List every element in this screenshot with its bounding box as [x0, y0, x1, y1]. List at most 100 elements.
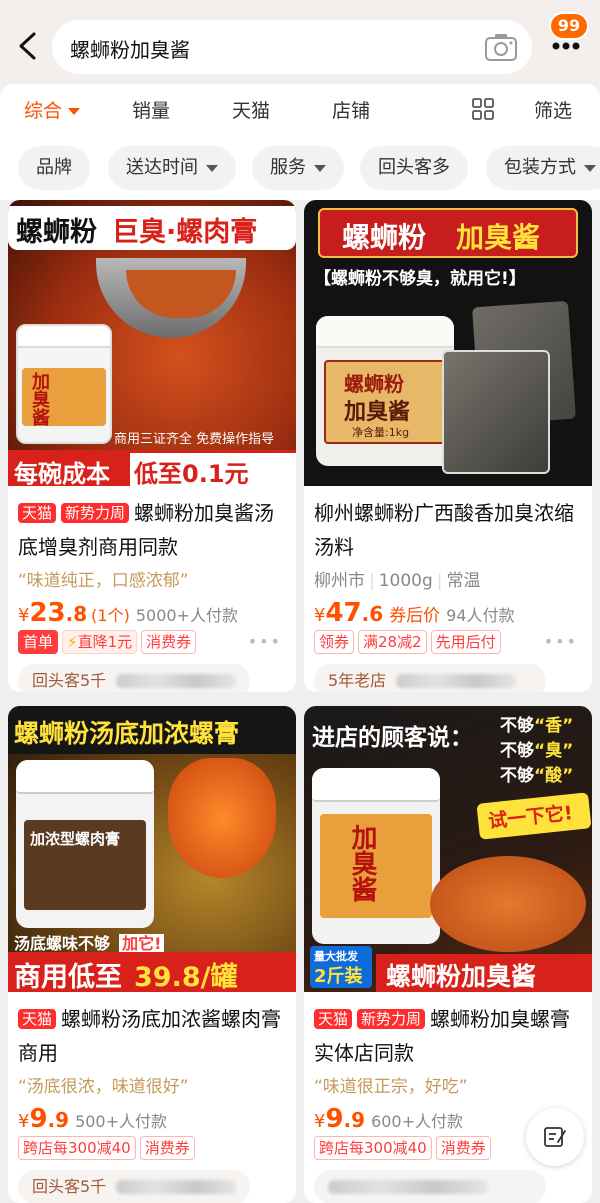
payment-count: 500+人付款 [75, 1112, 168, 1131]
product-title[interactable]: 天猫 螺蛳粉汤底加浓酱螺肉膏商用 [18, 1002, 294, 1070]
title-text: 螺蛳粉汤底加浓酱螺肉膏商用 [18, 1007, 282, 1065]
shop-strip[interactable]: 回头客5千 [18, 664, 250, 692]
shop-text: 回头客5千 [32, 671, 107, 690]
shop-strip[interactable]: 回头客5千 [18, 1170, 250, 1203]
note-text: 汤底螺味不够 [14, 934, 111, 953]
slogan-text: “酸” [534, 766, 574, 786]
product-image[interactable]: 进店的顾客说： 不够“香” 不够“臭” 不够“酸” 试一下它! 加臭酱 量大批发… [304, 706, 592, 992]
lightning-icon: ⚡ [67, 633, 78, 651]
more-icon[interactable]: ••• [248, 632, 282, 651]
top-banner: 螺蛳粉汤底加浓螺膏 [8, 706, 296, 754]
product-title[interactable]: 柳州螺蛳粉广西酸香加臭浓缩汤料 [314, 496, 590, 564]
tmall-tag: 天猫 [314, 1009, 353, 1029]
top-bar: 螺蛳粉加臭酱 99 [0, 0, 600, 84]
jar: 加浓型螺肉膏 [16, 760, 154, 928]
slogan-text: “香” [534, 716, 574, 736]
caret-down-icon [206, 164, 218, 172]
coupon-tag: ⚡直降1元 [62, 630, 138, 654]
tab-label: 综合 [24, 100, 63, 122]
chip-brand[interactable]: 品牌 [18, 146, 90, 190]
slogan-text: 不够 [500, 741, 534, 761]
chip-delivery-time[interactable]: 送达时间 [108, 146, 236, 190]
grid-view-icon[interactable] [472, 98, 494, 120]
tab-filter[interactable]: 筛选 [534, 96, 572, 123]
review-quote: “汤底很浓，味道很好” [18, 1077, 189, 1097]
try-badge: 试一下它! [476, 792, 592, 840]
slogan-text: 不够 [500, 716, 534, 736]
tmall-tag: 天猫 [18, 503, 57, 523]
product-card[interactable]: 螺蛳粉 加臭酱 【螺蛳粉不够臭，就用它!】 螺蛳粉 加臭酱 净含量:1kg 柳州… [304, 200, 592, 692]
coupon-tag: 满28减2 [358, 630, 427, 654]
chip-label: 服务 [270, 157, 306, 178]
size-text: 2斤装 [314, 966, 363, 987]
product-image[interactable]: 螺蛳粉 加臭酱 【螺蛳粉不够臭，就用它!】 螺蛳粉 加臭酱 净含量:1kg [304, 200, 592, 486]
price-line: ¥9.9 600+人付款 [314, 1104, 463, 1134]
separator: | [436, 571, 443, 591]
product-title[interactable]: 天猫 新势力周 螺蛳粉加臭酱汤底增臭剂商用同款 [18, 496, 294, 564]
slogan-line: 不够“臭” [500, 739, 573, 764]
tmall-tag: 天猫 [18, 1009, 57, 1029]
top-banner: 螺蛳粉 加臭酱 [318, 208, 578, 258]
jar-label-text: 螺蛳粉 [344, 372, 404, 396]
price-line: ¥23.8 (1个) 5000+人付款 [18, 598, 238, 628]
coupon-row: 跨店每300减40 消费券 [314, 1136, 495, 1160]
price-decimal: .8 [65, 602, 88, 626]
try-text: 试一下它! [487, 802, 574, 833]
coupon-tag: 跨店每300减40 [18, 1136, 136, 1160]
blurred-shop-name [116, 674, 237, 688]
jar: 加臭酱 [16, 324, 112, 444]
tab-tmall[interactable]: 天猫 [232, 96, 270, 123]
bottom-banner: 每碗成本 低至0.1元 [8, 450, 296, 486]
jar-lid [16, 760, 154, 794]
chip-service[interactable]: 服务 [252, 146, 344, 190]
more-icon[interactable]: ••• [544, 632, 578, 651]
payment-count: 94人付款 [446, 606, 515, 625]
shop-text: 5年老店 [328, 671, 387, 690]
product-image[interactable]: 螺蛳粉汤底加浓螺膏 加浓型螺肉膏 汤底螺味不够 加它! 商用低至 39.8/罐 [8, 706, 296, 992]
back-arrow-icon[interactable] [10, 28, 46, 64]
price-line: ¥47.6 券后价 94人付款 [314, 598, 515, 628]
product-card[interactable]: 螺蛳粉汤底加浓螺膏 加浓型螺肉膏 汤底螺味不够 加它! 商用低至 39.8/罐 … [8, 706, 296, 1203]
chip-packaging[interactable]: 包装方式 [486, 146, 600, 190]
price-decimal: .9 [343, 1108, 366, 1132]
chip-label: 包装方式 [504, 157, 576, 178]
coupon-tag: 领券 [314, 630, 355, 654]
product-card[interactable]: 螺蛳粉 巨臭·螺肉膏 加臭酱 商用三证齐全 免费操作指导 每碗成本 低至0.1元… [8, 200, 296, 692]
tab-sales[interactable]: 销量 [132, 96, 170, 123]
price-decimal: .9 [47, 1108, 70, 1132]
message-badge[interactable]: 99 [549, 12, 589, 40]
coupon-row: 领券 满28减2 先用后付 [314, 630, 505, 654]
banner-text: 低至0.1元 [134, 460, 249, 486]
after-coupon-label: 券后价 [389, 606, 441, 626]
slogan-lines: 不够“香” 不够“臭” 不够“酸” [500, 714, 573, 789]
title-text: 柳州螺蛳粉广西酸香加臭浓缩汤料 [314, 501, 574, 559]
tab-comprehensive[interactable]: 综合 [24, 96, 81, 123]
banner-text: 每碗成本 [14, 460, 110, 486]
meta-storage: 常温 [446, 571, 481, 591]
search-box[interactable]: 螺蛳粉加臭酱 [52, 20, 532, 74]
product-meta: 柳州市 | 1000g | 常温 [314, 566, 481, 591]
search-query[interactable]: 螺蛳粉加臭酱 [70, 34, 190, 63]
camera-icon[interactable] [484, 32, 518, 62]
promo-tag: 新势力周 [61, 503, 130, 523]
product-title[interactable]: 天猫 新势力周 螺蛳粉加臭螺膏实体店同款 [314, 1002, 590, 1070]
jar: 加臭酱 [312, 768, 440, 944]
slogan-line: 不够“香” [500, 714, 573, 739]
jar-label-text: 加臭酱 [347, 824, 377, 902]
title-text: 螺蛳粉加臭酱汤底增臭剂商用同款 [18, 501, 275, 559]
banner-text: 螺蛳粉汤底加浓螺膏 [14, 719, 240, 748]
coupon-tag: 消费券 [435, 1136, 491, 1160]
shop-strip[interactable] [314, 1170, 546, 1203]
feedback-button[interactable] [526, 1108, 584, 1166]
size-badge: 量大批发 2斤装 [310, 946, 372, 988]
banner-text: 螺蛳粉 [16, 217, 97, 248]
currency-symbol: ¥ [314, 605, 326, 626]
shop-text: 回头客5千 [32, 1177, 107, 1196]
chip-repeat-customers[interactable]: 回头客多 [360, 146, 468, 190]
product-image[interactable]: 螺蛳粉 巨臭·螺肉膏 加臭酱 商用三证齐全 免费操作指导 每碗成本 低至0.1元 [8, 200, 296, 486]
banner-text: 巨臭·螺肉膏 [112, 217, 258, 248]
jar-label: 加臭酱 [22, 368, 106, 426]
tab-shop[interactable]: 店铺 [332, 96, 370, 123]
shop-strip[interactable]: 5年老店 [314, 664, 546, 692]
banner-text: 螺蛳粉加臭酱 [386, 962, 537, 991]
